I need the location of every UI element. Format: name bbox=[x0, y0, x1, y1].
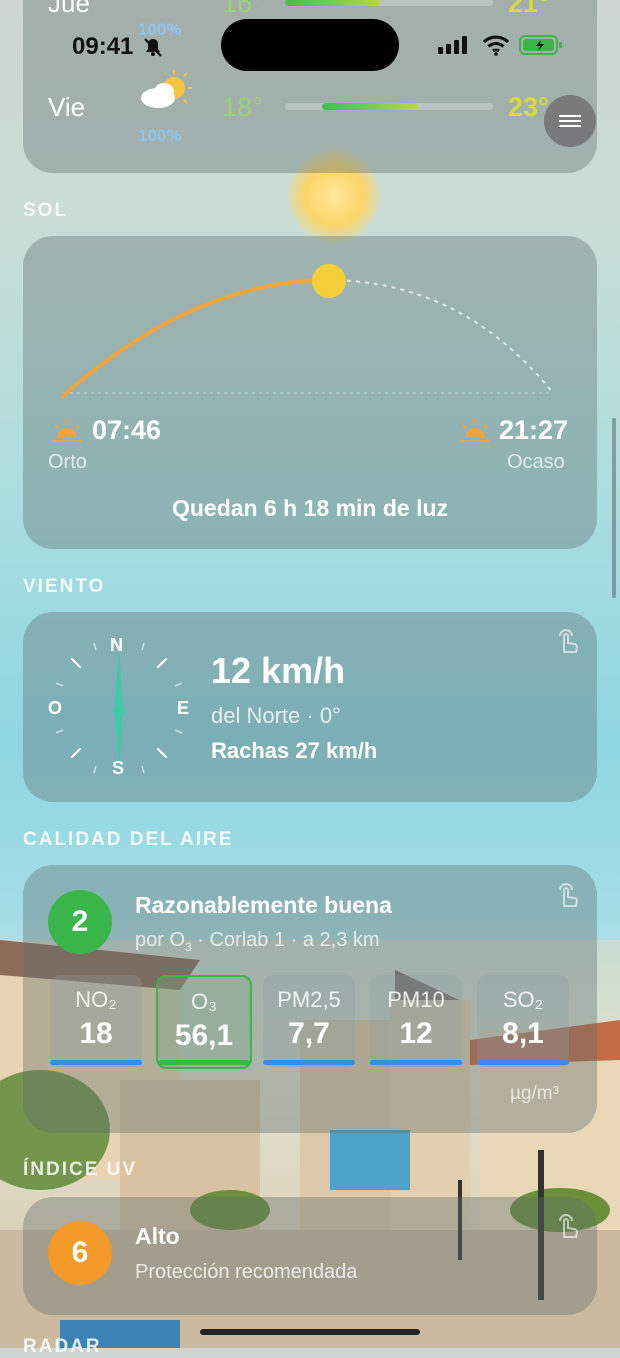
sunset-label: Ocaso bbox=[507, 451, 565, 473]
hand-tap-icon bbox=[556, 628, 580, 660]
pollutant-o3[interactable]: O₃ 56,1 bbox=[156, 975, 252, 1069]
compass-west: O bbox=[48, 698, 63, 718]
pollutant-level-bar bbox=[370, 1060, 462, 1065]
pollutant-value: 18 bbox=[79, 1017, 113, 1050]
pollutant-pm25[interactable]: PM2,5 7,7 bbox=[263, 975, 355, 1067]
pollutant-level-bar bbox=[158, 1060, 250, 1065]
sun-arc bbox=[23, 236, 597, 421]
uv-index-badge: 6 bbox=[48, 1221, 112, 1285]
uv-advice: Protección recomendada bbox=[135, 1261, 358, 1283]
aqi-status: Razonablemente buena bbox=[135, 892, 392, 918]
pollutant-level-bar bbox=[477, 1060, 569, 1065]
pollutant-so2[interactable]: SO₂ 8,1 bbox=[477, 975, 569, 1067]
section-title-uv: ÍNDICE UV bbox=[23, 1159, 138, 1180]
wifi-icon bbox=[482, 34, 510, 61]
section-title-radar: RADAR bbox=[23, 1336, 102, 1357]
pollutant-name: PM10 bbox=[387, 987, 445, 1012]
pollutant-name: PM2,5 bbox=[277, 987, 341, 1012]
sun-position bbox=[312, 264, 346, 298]
hand-tap-icon bbox=[556, 1213, 580, 1245]
compass-north: N bbox=[110, 635, 123, 655]
pollutant-name: SO₂ bbox=[502, 987, 544, 1012]
compass-east: E bbox=[177, 698, 190, 718]
temp-max: 23° bbox=[508, 92, 549, 122]
wind-speed: 12 km/h bbox=[211, 650, 346, 691]
aqi-unit: µg/m³ bbox=[510, 1083, 559, 1104]
scroll-indicator[interactable] bbox=[612, 418, 616, 598]
status-time: 09:41 bbox=[72, 33, 134, 60]
temp-range-bar bbox=[322, 103, 418, 110]
pollutant-value: 8,1 bbox=[502, 1017, 544, 1050]
temp-min: 18° bbox=[222, 92, 263, 122]
compass: N S E O bbox=[48, 633, 190, 788]
precip-percent: 100% bbox=[138, 126, 182, 145]
section-title-sun: SOL bbox=[23, 200, 69, 221]
aqi-source-prefix: por O bbox=[135, 929, 186, 951]
wind-gusts: Rachas 27 km/h bbox=[211, 738, 378, 763]
section-title-air-quality: CALIDAD DEL AIRE bbox=[23, 829, 234, 850]
pollutant-no2[interactable]: NO₂ 18 bbox=[50, 975, 142, 1067]
sunset-icon bbox=[458, 416, 492, 449]
dynamic-island bbox=[221, 19, 399, 71]
pollutant-level-bar bbox=[50, 1060, 142, 1065]
sunset-time: 21:27 bbox=[499, 415, 569, 445]
forecast-day: Vie bbox=[48, 92, 86, 122]
pollutant-pm10[interactable]: PM10 12 bbox=[370, 975, 462, 1067]
compass-south: S bbox=[112, 758, 125, 778]
uv-level: Alto bbox=[135, 1223, 180, 1249]
pollutant-value: 12 bbox=[399, 1017, 433, 1050]
aqi-source-rest: · Corlab 1 · a 2,3 km bbox=[191, 929, 380, 951]
battery-icon bbox=[519, 34, 563, 61]
menu-button[interactable] bbox=[544, 95, 596, 147]
pollutant-level-bar bbox=[263, 1060, 355, 1065]
pollutant-value: 56,1 bbox=[174, 1019, 234, 1052]
wind-direction: del Norte · 0° bbox=[211, 703, 341, 728]
aqi-source: por O3 · Corlab 1 · a 2,3 km bbox=[135, 929, 380, 954]
signal-icon bbox=[438, 36, 470, 59]
daylight-remaining: Quedan 6 h 18 min de luz bbox=[171, 495, 449, 521]
aqi-index-badge: 2 bbox=[48, 890, 112, 954]
aqi-source-subscript: 3 bbox=[185, 940, 192, 954]
menu-icon bbox=[559, 112, 581, 130]
sunrise-label: Orto bbox=[48, 451, 87, 473]
pollutant-name: NO₂ bbox=[75, 987, 117, 1012]
hand-tap-icon bbox=[556, 882, 580, 914]
sunrise-time: 07:46 bbox=[92, 415, 162, 445]
home-indicator[interactable] bbox=[200, 1329, 420, 1335]
pollutant-name: O₃ bbox=[190, 989, 218, 1014]
status-bar: 09:41 bbox=[0, 0, 620, 90]
bell-slash-icon bbox=[142, 36, 164, 64]
section-title-wind: VIENTO bbox=[23, 576, 106, 597]
pollutant-value: 7,7 bbox=[288, 1017, 330, 1050]
sunrise-icon bbox=[50, 416, 84, 449]
